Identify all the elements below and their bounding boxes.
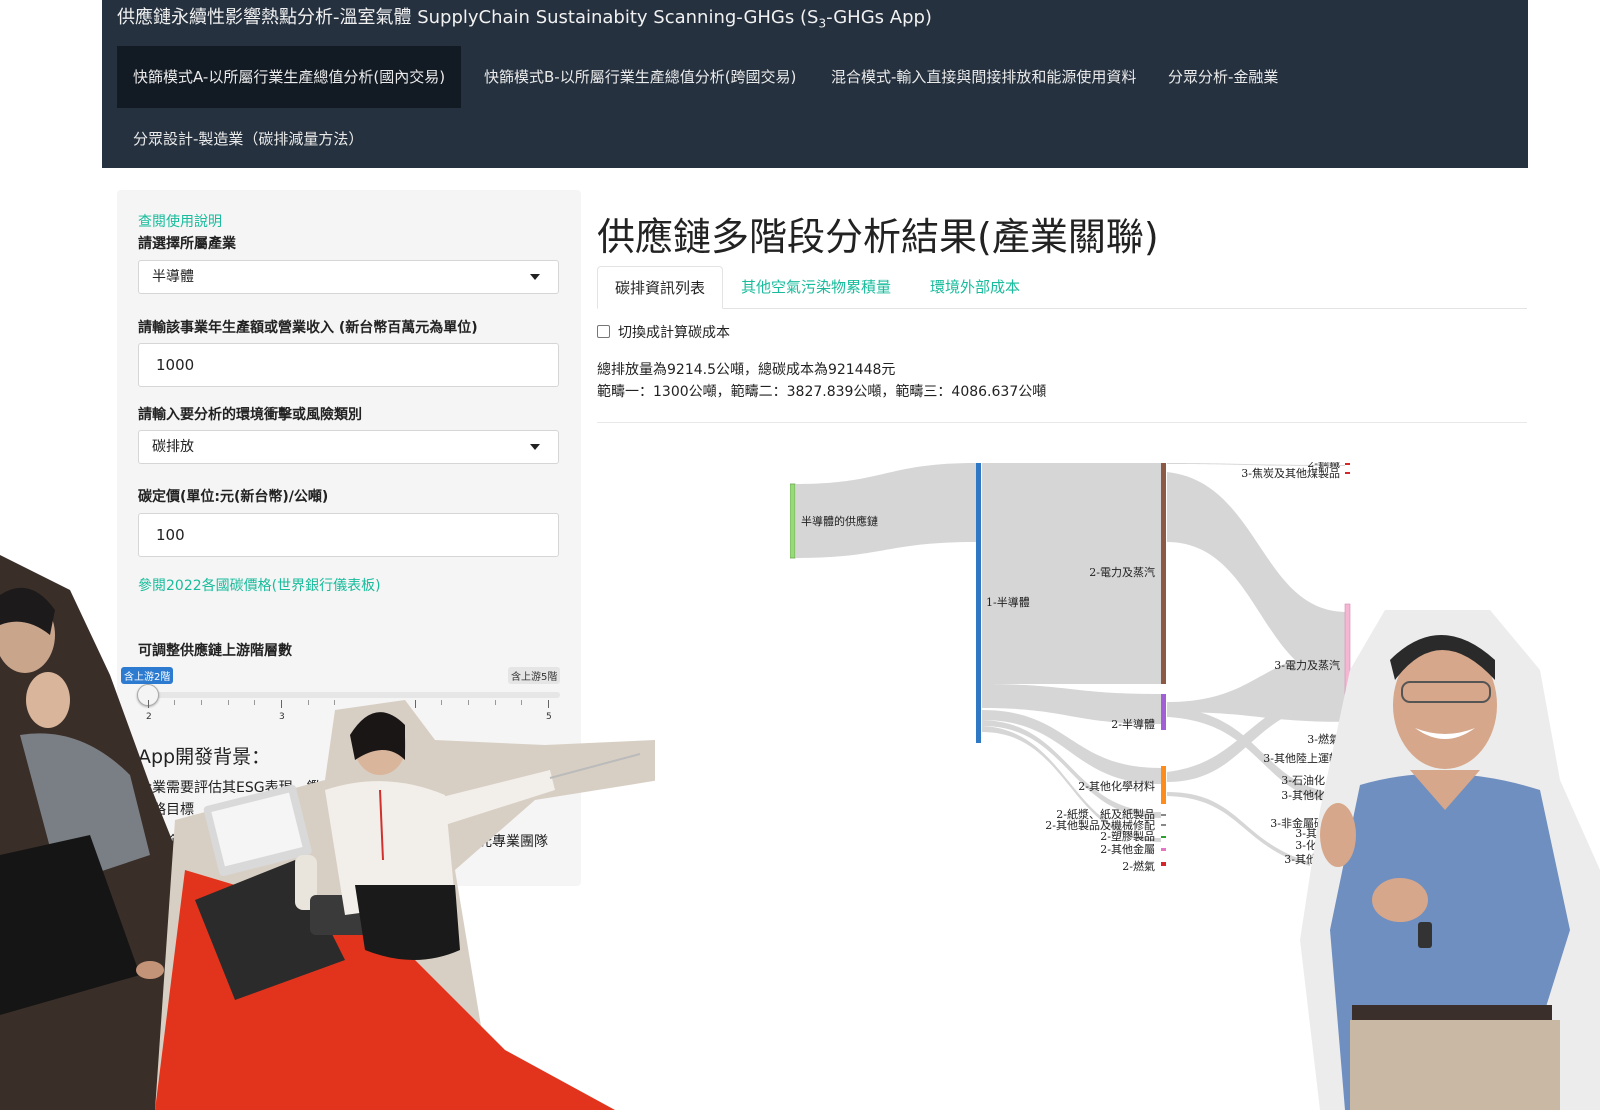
sankey-label: 2-其他金屬 [1100,842,1155,856]
summary-total: 總排放量為9214.5公噸，總碳成本為921448元 [597,362,896,378]
sankey-node-small [1161,848,1166,851]
nav-tab-finance[interactable]: 分眾分析-金融業 [1152,46,1294,108]
tab-carbon-list[interactable]: 碳排資訊列表 [597,266,724,309]
impact-label: 請輸入要分析的環境衝擊或風險類別 [138,407,362,423]
sankey-label: 3-焦炭及其他煤製品 [1241,466,1340,480]
sankey-node-source [790,483,796,559]
nav-tab-manufacturing[interactable]: 分眾設計-製造業（碳排減量方法） [117,108,379,170]
sankey-node-small [1161,824,1166,826]
divider [597,422,1527,423]
page-title: 供應鏈多階段分析結果(產業關聯) [597,215,1159,259]
slider-track[interactable] [148,692,560,698]
impact-select[interactable]: 碳排放 [138,430,559,464]
sankey-label: 2-塑膠製品 [1100,829,1155,843]
sankey-node-small [1161,836,1166,838]
sankey-node-t3-coke [1345,472,1350,474]
nav-tab-quick-a[interactable]: 快篩模式A-以所屬行業生產總值分析(國內交易) [117,46,462,108]
summary-scopes: 範疇一：1300公噸，範疇二：3827.839公噸，範疇三：4086.637公噸 [597,384,1047,400]
carbon-cost-checkbox-label[interactable]: 切換成計算碳成本 [618,322,730,342]
navbar: 供應鏈永續性影響熱點分析-溫室氣體 SupplyChain Sustainabi… [102,0,1528,168]
sankey-node-chem [1161,766,1166,804]
nav-tab-quick-b[interactable]: 快篩模式B-以所屬行業生產總值分析(跨國交易) [468,46,812,108]
thumbs-up-photo [1300,610,1600,1110]
sankey-node-small [1161,814,1166,816]
chevron-down-icon [530,274,540,280]
sankey-node-semi [1161,694,1166,730]
nav-tab-hybrid[interactable]: 混合模式-輸入直接與間接排放和能源使用資料 [815,46,1152,108]
brand-subscript: 3 [818,16,827,31]
sankey-node-small [1161,862,1166,866]
carbon-price-label: 碳定價(單位:元(新台幣)/公噸) [138,489,329,505]
sankey-label: 2-半導體 [1111,717,1155,731]
brand-prefix: 供應鏈永續性影響熱點分析-溫室氣體 SupplyChain Sustainabi… [117,7,819,28]
carbon-price-input[interactable]: 100 [138,513,559,557]
chevron-down-icon [530,444,540,450]
brand-suffix: -GHGs App) [826,7,932,28]
sankey-label: 2-電力及蒸汽 [1089,565,1155,579]
revenue-input[interactable]: 1000 [138,343,559,387]
sankey-label: 2-其他化學材料 [1078,779,1155,793]
slider-max-badge: 含上游5階 [508,667,561,684]
revenue-label: 請輸該事業年生產額或營業收入 (新台幣百萬元為單位) [138,320,478,336]
industry-select-value: 半導體 [152,269,194,285]
presenter-photo [155,700,655,1110]
sankey-node-tier1 [976,463,981,743]
industry-select[interactable]: 半導體 [138,260,559,294]
sankey-label: 1-半導體 [986,595,1030,609]
tab-air-pollutants[interactable]: 其他空氣污染物累積量 [724,266,908,309]
industry-label: 請選擇所屬產業 [138,236,236,252]
sankey-node-power [1161,463,1166,684]
sankey-label: 半導體的供應鏈 [801,514,878,528]
carbon-cost-checkbox[interactable] [597,325,610,338]
help-link[interactable]: 查閱使用說明 [138,211,222,231]
sankey-links [796,463,1347,866]
impact-select-value: 碳排放 [152,439,194,455]
tab-external-cost[interactable]: 環境外部成本 [913,266,1037,309]
sankey-node-t3-steel [1345,463,1350,465]
app-brand[interactable]: 供應鏈永續性影響熱點分析-溫室氣體 SupplyChain Sustainabi… [117,3,932,31]
sankey-label: 2-燃氣 [1122,859,1155,873]
